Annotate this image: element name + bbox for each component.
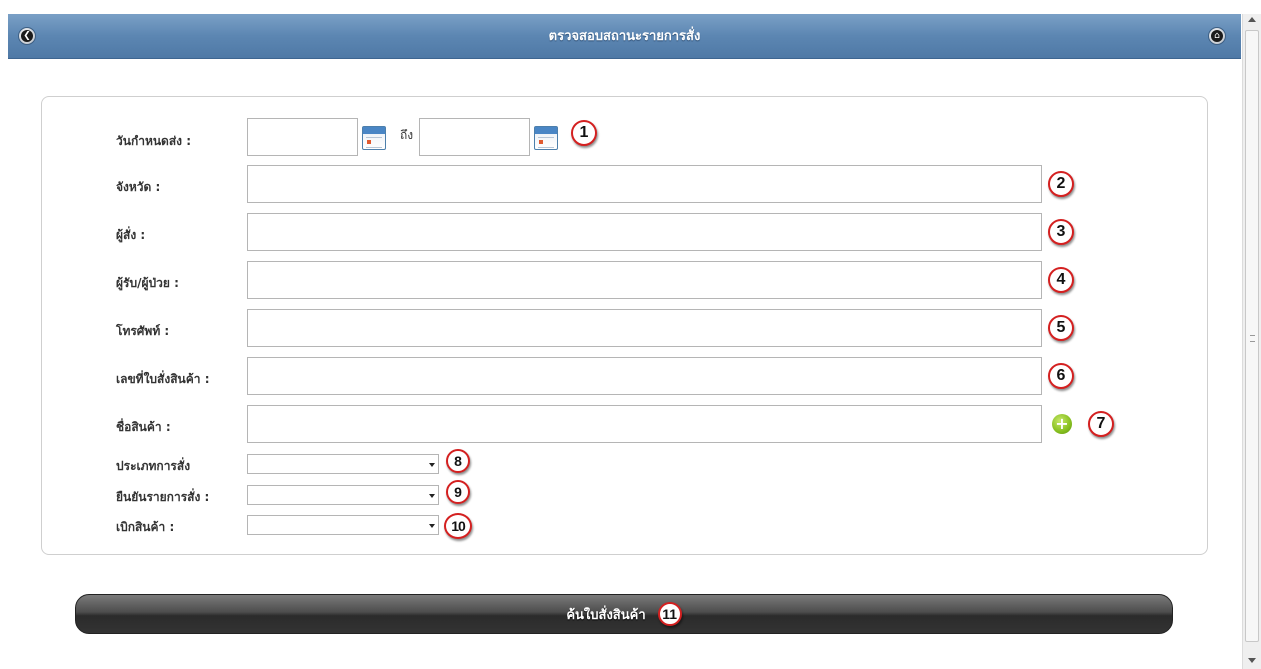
order-confirm-label: ยืนยันรายการสั่ง : [116, 490, 210, 504]
annotation-marker-11: 11 [657, 602, 682, 626]
annotation-marker-8: 8 [446, 449, 470, 473]
order-number-label: เลขที่ใบสั่งสินค้า : [116, 372, 210, 386]
annotation-marker-2: 2 [1048, 171, 1074, 197]
plus-circle-icon[interactable]: + [1052, 414, 1072, 434]
search-button-label: ค้นใบสั่งสินค้า [566, 607, 646, 623]
annotation-marker-6: 6 [1048, 363, 1074, 389]
delivery-date-label: วันกำหนดส่ง : [116, 134, 192, 148]
annotation-marker-9: 9 [446, 480, 470, 504]
home-icon: ⌂ [1211, 30, 1223, 42]
annotation-marker-4: 4 [1048, 267, 1074, 293]
product-name-input[interactable] [247, 405, 1042, 443]
phone-input[interactable] [247, 309, 1042, 347]
delivery-date-from-input[interactable] [247, 118, 358, 156]
withdraw-label: เบิกสินค้า : [116, 520, 175, 534]
scroll-up-icon[interactable] [1248, 17, 1256, 22]
annotation-marker-5: 5 [1048, 315, 1074, 341]
home-button[interactable]: ⌂ [1208, 27, 1226, 45]
product-name-label: ชื่อสินค้า : [116, 420, 171, 434]
annotation-marker-1: 1 [571, 120, 597, 146]
chevron-down-icon [429, 463, 435, 467]
recipient-label: ผู้รับ/ผู้ป่วย : [116, 276, 179, 290]
order-confirm-select[interactable] [247, 485, 439, 505]
date-to-label: ถึง [400, 128, 414, 142]
province-input[interactable] [247, 165, 1042, 203]
orderer-label: ผู้สั่ง : [116, 228, 146, 242]
vertical-scrollbar[interactable] [1242, 14, 1261, 669]
phone-label: โทรศัพท์ : [116, 324, 170, 338]
delivery-date-to-input[interactable] [419, 118, 530, 156]
annotation-marker-3: 3 [1048, 219, 1074, 245]
order-type-select[interactable] [247, 454, 439, 474]
calendar-icon[interactable] [362, 126, 386, 150]
page-title: ตรวจสอบสถานะรายการสั่ง [548, 29, 701, 44]
scroll-thumb[interactable] [1245, 30, 1259, 642]
order-type-label: ประเภทการสั่ง [116, 459, 191, 473]
order-number-input[interactable] [247, 357, 1042, 395]
orderer-input[interactable] [247, 213, 1042, 251]
province-label: จังหวัด : [116, 180, 161, 194]
withdraw-select[interactable] [247, 515, 439, 535]
annotation-marker-7: 7 [1088, 411, 1114, 437]
annotation-marker-10: 10 [444, 513, 472, 539]
recipient-input[interactable] [247, 261, 1042, 299]
scroll-grip-icon [1250, 335, 1255, 342]
scroll-down-icon[interactable] [1248, 658, 1256, 663]
chevron-down-icon [429, 494, 435, 498]
chevron-down-icon [429, 524, 435, 528]
calendar-icon[interactable] [534, 126, 558, 150]
search-orders-button[interactable]: ค้นใบสั่งสินค้า 11 [75, 594, 1173, 634]
page-header: ❮ ตรวจสอบสถานะรายการสั่ง ⌂ [8, 14, 1241, 59]
